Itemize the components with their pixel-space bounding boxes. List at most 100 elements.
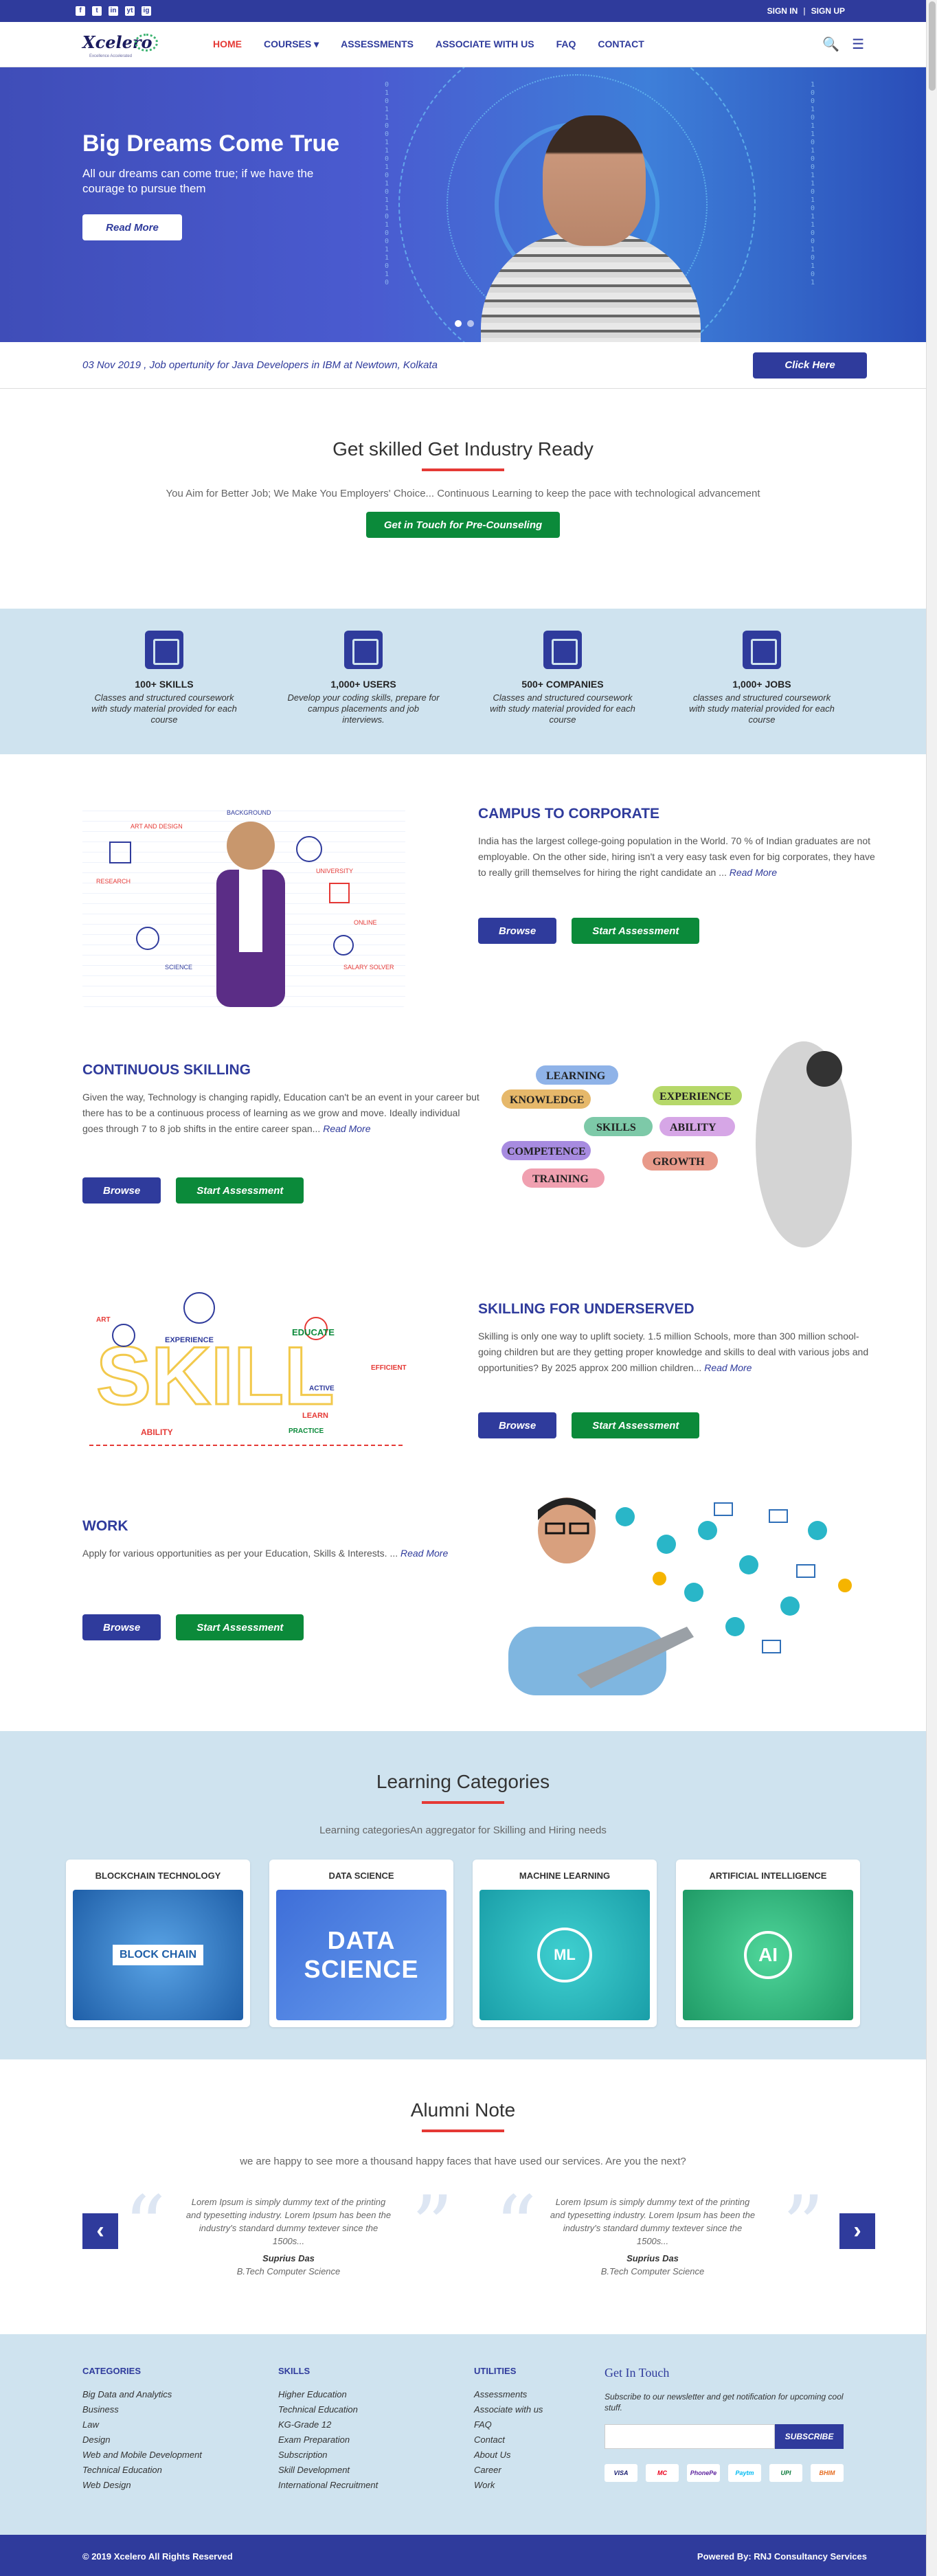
social-links: f t in yt ig xyxy=(76,6,151,16)
start-assessment-button[interactable]: Start Assessment xyxy=(176,1614,304,1640)
learning-categories-section: Learning Categories Learning categoriesA… xyxy=(0,1731,926,2059)
feature-campus-to-corporate: RESEARCH ART AND DESIGN BACKGROUND UNIVE… xyxy=(0,754,926,1014)
search-icon[interactable]: 🔍 xyxy=(822,36,839,53)
hero-slider: 0101100110101011010011010 10010110100110… xyxy=(0,67,926,342)
nav-item-associate[interactable]: ASSOCIATE WITH US xyxy=(436,38,534,50)
next-arrow-icon[interactable]: › xyxy=(839,2213,875,2249)
linkedin-icon[interactable]: in xyxy=(109,6,118,16)
payment-methods: VISA MC PhonePe Paytm UPI BHIM xyxy=(605,2464,859,2482)
footer-link[interactable]: Design xyxy=(82,2432,261,2448)
footer-link[interactable]: KG-Grade 12 xyxy=(278,2417,457,2432)
feature-buttons: Browse Start Assessment xyxy=(478,1412,700,1438)
footer-link[interactable]: Subscription xyxy=(278,2448,457,2463)
hamburger-menu-icon[interactable]: ☰ xyxy=(852,36,864,53)
stats-section: 100+ SKILLS Classes and structured cours… xyxy=(0,609,926,754)
read-more-link[interactable]: Read More xyxy=(323,1123,370,1134)
read-more-link[interactable]: Read More xyxy=(730,867,777,878)
slider-dot[interactable] xyxy=(467,320,474,327)
category-card-ai[interactable]: ARTIFICIAL INTELLIGENCE AI xyxy=(676,1860,860,2027)
pre-counseling-button[interactable]: Get in Touch for Pre-Counseling xyxy=(365,512,561,538)
skill-word: SKILLS xyxy=(596,1122,636,1133)
upi-icon: UPI xyxy=(769,2464,802,2482)
footer-link[interactable]: Web and Mobile Development xyxy=(82,2448,261,2463)
category-cards: BLOCKCHAIN TECHNOLOGY BLOCK CHAIN DATA S… xyxy=(0,1860,926,2027)
browse-button[interactable]: Browse xyxy=(82,1177,161,1204)
logo[interactable]: Xcelero Excellence Accelerated xyxy=(82,30,158,60)
feature-buttons: Browse Start Assessment xyxy=(82,1614,304,1640)
sign-up-link[interactable]: SIGN UP xyxy=(811,6,845,16)
footer-link[interactable]: Technical Education xyxy=(278,2402,457,2417)
stat-item: 100+ SKILLS Classes and structured cours… xyxy=(88,631,240,754)
nav-item-home[interactable]: HOME xyxy=(213,38,242,50)
stat-title: 100+ SKILLS xyxy=(135,679,194,690)
powered-by-text[interactable]: Powered By: RNJ Consultancy Services xyxy=(697,2551,867,2562)
mastercard-icon: MC xyxy=(646,2464,679,2482)
logo-mark-icon xyxy=(135,33,158,52)
skill-word: COMPETENCE xyxy=(507,1146,586,1157)
skills-cloud-illustration: LEARNING KNOWLEDGE EXPERIENCE SKILLS ABI… xyxy=(495,1028,886,1261)
facebook-icon[interactable]: f xyxy=(76,6,85,16)
nav-item-faq[interactable]: FAQ xyxy=(556,38,576,50)
ticker-click-here-button[interactable]: Click Here xyxy=(753,352,867,379)
sign-in-link[interactable]: SIGN IN xyxy=(767,6,798,16)
skill-word: TRAINING xyxy=(532,1173,589,1185)
footer-link[interactable]: Skill Development xyxy=(278,2463,457,2478)
twitter-icon[interactable]: t xyxy=(92,6,102,16)
title-underline xyxy=(422,1801,504,1804)
quote-close-icon: ” xyxy=(411,2179,453,2274)
footer-link[interactable]: Exam Preparation xyxy=(278,2432,457,2448)
testimonial: “ ” Lorem Ipsum is simply dummy text of … xyxy=(481,2186,824,2278)
footer-link[interactable]: International Recruitment xyxy=(278,2478,457,2493)
footer-link[interactable]: Web Design xyxy=(82,2478,261,2493)
skill-map-word: EDUCATE xyxy=(292,1327,335,1337)
browse-button[interactable]: Browse xyxy=(478,918,557,944)
scrollbar-thumb[interactable] xyxy=(929,1,936,91)
category-card-machine-learning[interactable]: MACHINE LEARNING ML xyxy=(473,1860,657,2027)
book-icon xyxy=(145,631,183,669)
subscribe-button[interactable]: SUBSCRIBE xyxy=(775,2424,844,2449)
nav-item-assessments[interactable]: ASSESSMENTS xyxy=(341,38,414,50)
footer-link[interactable]: Law xyxy=(82,2417,261,2432)
testimonial-text: Lorem Ipsum is simply dummy text of the … xyxy=(550,2197,756,2246)
nav-icons: 🔍 ☰ xyxy=(822,36,864,53)
hero-read-more-button[interactable]: Read More xyxy=(82,214,182,240)
ticker-text[interactable]: 03 Nov 2019 , Job opertunity for Java De… xyxy=(82,359,438,371)
quote-open-icon: “ xyxy=(495,2179,537,2274)
category-card-title: BLOCKCHAIN TECHNOLOGY xyxy=(95,1871,221,1881)
category-card-data-science[interactable]: DATA SCIENCE DATA SCIENCE xyxy=(269,1860,453,2027)
hero-title: Big Dreams Come True xyxy=(82,131,340,157)
category-card-blockchain[interactable]: BLOCKCHAIN TECHNOLOGY BLOCK CHAIN xyxy=(66,1860,250,2027)
testimonial-text: Lorem Ipsum is simply dummy text of the … xyxy=(185,2197,392,2246)
browse-button[interactable]: Browse xyxy=(82,1614,161,1640)
svg-text:SKILL: SKILL xyxy=(96,1330,335,1422)
instagram-icon[interactable]: ig xyxy=(142,6,151,16)
stat-item: 1,000+ USERS Develop your coding skills,… xyxy=(287,631,440,754)
page-scrollbar[interactable] xyxy=(926,0,937,2576)
footer-link[interactable]: Big Data and Analytics xyxy=(82,2387,261,2402)
testimonial: “ ” Lorem Ipsum is simply dummy text of … xyxy=(117,2186,460,2278)
prev-arrow-icon[interactable]: ‹ xyxy=(82,2213,118,2249)
start-assessment-button[interactable]: Start Assessment xyxy=(572,1412,700,1438)
newsletter-email-input[interactable] xyxy=(605,2424,775,2449)
slider-dot[interactable] xyxy=(455,320,462,327)
youtube-icon[interactable]: yt xyxy=(125,6,135,16)
footer-link[interactable]: Higher Education xyxy=(278,2387,457,2402)
nav-item-courses[interactable]: COURSES ▾ xyxy=(264,38,319,50)
feature-body: India has the largest college-going popu… xyxy=(478,835,875,878)
stat-title: 1,000+ JOBS xyxy=(732,679,791,690)
intro-subtitle: You Aim for Better Job; We Make You Empl… xyxy=(166,488,760,499)
browse-button[interactable]: Browse xyxy=(478,1412,557,1438)
nav-item-contact[interactable]: CONTACT xyxy=(598,38,644,50)
feature-title: SKILLING FOR UNDERSERVED xyxy=(478,1301,695,1317)
skills-cloud-svg: LEARNING KNOWLEDGE EXPERIENCE SKILLS ABI… xyxy=(501,1041,852,1247)
read-more-link[interactable]: Read More xyxy=(704,1362,752,1373)
start-assessment-button[interactable]: Start Assessment xyxy=(176,1177,304,1204)
read-more-link[interactable]: Read More xyxy=(400,1548,448,1559)
start-assessment-button[interactable]: Start Assessment xyxy=(572,918,700,944)
feature-buttons: Browse Start Assessment xyxy=(82,1177,304,1204)
footer-link[interactable]: Technical Education xyxy=(82,2463,261,2478)
categories-title: Learning Categories xyxy=(376,1771,550,1792)
hero-binary-decor: 1001011010011010110010101 xyxy=(811,81,815,286)
footer-link[interactable]: Business xyxy=(82,2402,261,2417)
work-illustration xyxy=(488,1489,872,1695)
